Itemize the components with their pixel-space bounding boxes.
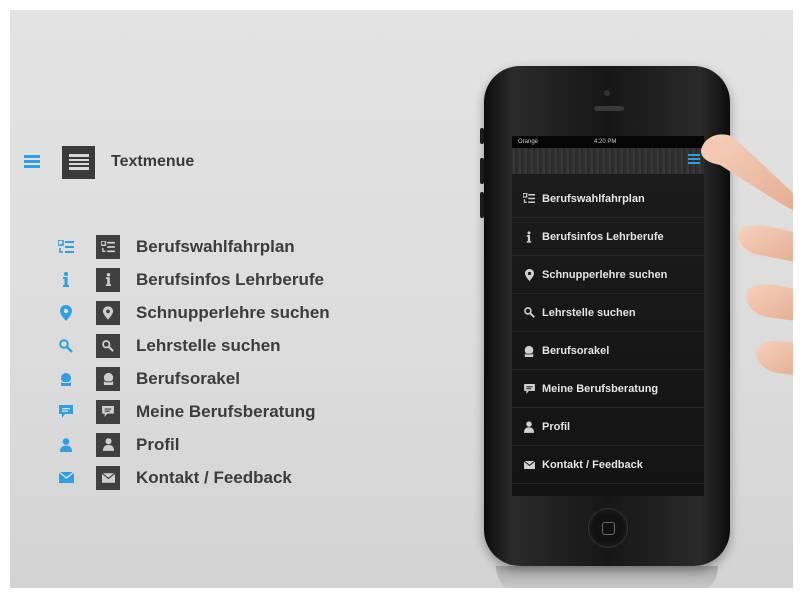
status-time: 4:20 PM: [594, 139, 617, 145]
menu-item-label: Berufsorakel: [542, 344, 610, 357]
location-pin-icon: [56, 303, 76, 323]
hand-image: [701, 134, 793, 375]
menu-item-label: Berufswahlfahrplan: [542, 192, 645, 205]
carrier-label: Orange: [518, 139, 539, 145]
menu-item-schnupperlehre[interactable]: Schnupperlehre suchen: [512, 256, 704, 294]
legend-item-label: Profil: [136, 434, 180, 454]
speech-bubble-icon: [56, 402, 76, 422]
legend-item-kontakt: Kontakt / Feedback: [56, 461, 330, 494]
person-icon: [56, 435, 76, 455]
envelope-icon: [56, 468, 76, 488]
presentation-slide: Textmenue Berufswahlfahrplan Berufsinfos…: [10, 10, 793, 588]
home-button[interactable]: [588, 508, 628, 548]
legend-item-berufsberatung: Meine Berufsberatung: [56, 395, 330, 428]
legend-item-berufswahlfahrplan: Berufswahlfahrplan: [56, 230, 330, 263]
volume-up-button: [480, 158, 484, 184]
person-icon: [522, 420, 536, 434]
speech-bubble-icon: [522, 382, 536, 396]
menu-item-label: Lehrstelle suchen: [542, 306, 636, 319]
legend-item-profil: Profil: [56, 428, 330, 461]
legend-item-berufsinfos: Berufsinfos Lehrberufe: [56, 263, 330, 296]
phone-reflection: [496, 566, 718, 588]
envelope-icon: [522, 458, 536, 472]
info-icon: [96, 267, 120, 292]
menu-item-label: Schnupperlehre suchen: [542, 268, 668, 281]
legend-item-label: Meine Berufsberatung: [136, 401, 316, 421]
oracle-icon: [96, 366, 120, 391]
route-plan-icon: [522, 192, 536, 206]
menu-item-lehrstelle[interactable]: Lehrstelle suchen: [512, 294, 704, 332]
earpiece: [594, 106, 624, 111]
legend-item-lehrstelle: Lehrstelle suchen: [56, 329, 330, 362]
menu-item-label: Berufsinfos Lehrberufe: [542, 230, 664, 243]
location-pin-icon: [522, 268, 536, 282]
location-pin-icon: [96, 300, 120, 325]
hamburger-menu-icon: [24, 155, 40, 169]
menu-item-berufswahlfahrplan[interactable]: Berufswahlfahrplan: [512, 180, 704, 218]
menu-item-label: Kontakt / Feedback: [542, 458, 643, 471]
app-header: [512, 148, 704, 174]
smartphone: Orange 4:20 PM Berufswahlfahrplan Berufs…: [480, 66, 730, 566]
search-icon: [56, 336, 76, 356]
front-camera: [604, 90, 610, 96]
status-bar: Orange 4:20 PM: [512, 136, 704, 148]
search-icon: [522, 306, 536, 320]
menu-item-berufsinfos[interactable]: Berufsinfos Lehrberufe: [512, 218, 704, 256]
phone-screen: Orange 4:20 PM Berufswahlfahrplan Berufs…: [512, 136, 704, 496]
text-menu-icon: [62, 145, 95, 179]
person-icon: [96, 432, 120, 457]
envelope-icon: [96, 465, 120, 490]
route-plan-icon: [56, 237, 76, 257]
legend-item-label: Berufsorakel: [136, 368, 240, 388]
search-icon: [96, 333, 120, 358]
menu-item-profil[interactable]: Profil: [512, 408, 704, 446]
menu-item-kontakt[interactable]: Kontakt / Feedback: [512, 446, 704, 484]
legend-item-label: Lehrstelle suchen: [136, 335, 281, 355]
menu-item-label: Meine Berufsberatung: [542, 382, 659, 395]
legend-item-label: Berufsinfos Lehrberufe: [136, 269, 324, 289]
info-icon: [56, 270, 76, 290]
legend-item-schnupperlehre: Schnupperlehre suchen: [56, 296, 330, 329]
hamburger-menu-icon[interactable]: [688, 154, 700, 165]
legend-item-label: Schnupperlehre suchen: [136, 302, 330, 322]
menu-item-berufsberatung[interactable]: Meine Berufsberatung: [512, 370, 704, 408]
route-plan-icon: [96, 234, 120, 259]
phone-menu: Berufswahlfahrplan Berufsinfos Lehrberuf…: [512, 180, 704, 484]
oracle-icon: [56, 369, 76, 389]
legend-item-label: Kontakt / Feedback: [136, 467, 292, 487]
home-square-icon: [602, 522, 615, 535]
legend-item-berufsorakel: Berufsorakel: [56, 362, 330, 395]
legend-list: Berufswahlfahrplan Berufsinfos Lehrberuf…: [56, 230, 330, 494]
legend-title-row: Textmenue: [24, 145, 195, 179]
volume-down-button: [480, 192, 484, 218]
mute-switch: [480, 128, 484, 144]
info-icon: [522, 230, 536, 244]
speech-bubble-icon: [96, 399, 120, 424]
legend-title: Textmenue: [111, 153, 195, 170]
menu-item-label: Profil: [542, 420, 571, 433]
oracle-icon: [522, 344, 536, 358]
legend-item-label: Berufswahlfahrplan: [136, 236, 295, 256]
menu-item-berufsorakel[interactable]: Berufsorakel: [512, 332, 704, 370]
